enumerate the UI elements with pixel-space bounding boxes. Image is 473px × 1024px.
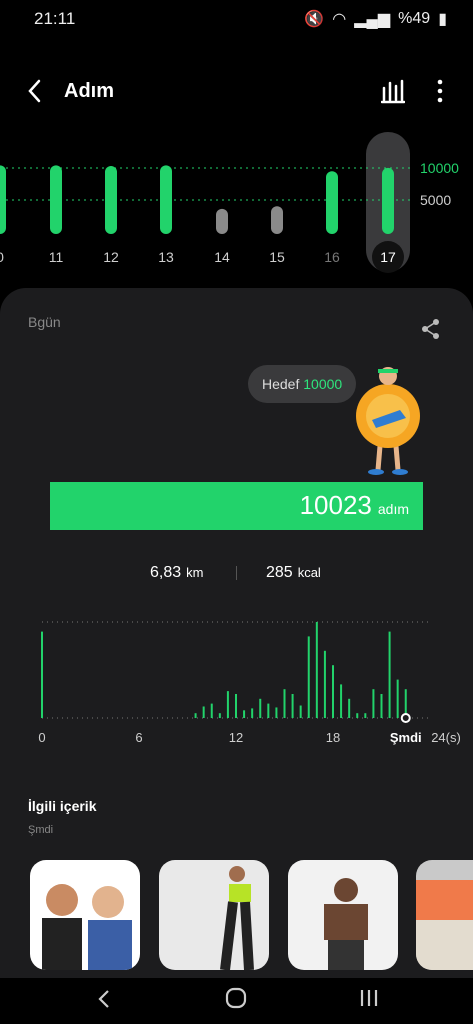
mute-icon: 🔇: [304, 11, 325, 28]
hourly-steps-chart[interactable]: 0 6 12 18 Şmdi 24(s): [0, 608, 473, 748]
related-subtitle: Şmdi: [28, 824, 54, 836]
day-bar-13: [160, 165, 172, 234]
wifi-icon: ◠: [332, 11, 347, 28]
hour-bar: [372, 689, 375, 718]
hour-bar: [380, 694, 383, 718]
content-thumb-3[interactable]: [288, 860, 398, 970]
hour-bar: [218, 713, 221, 718]
steps-value: 10023: [299, 490, 372, 520]
back-icon[interactable]: [24, 76, 46, 106]
now-marker: [400, 713, 411, 723]
hour-bar: [226, 691, 229, 718]
steps-unit: adım: [377, 501, 409, 517]
hour-bar: [194, 713, 197, 718]
nav-recents-icon[interactable]: [358, 986, 380, 1010]
hour-bar: [356, 713, 359, 718]
day-bar-11: [50, 165, 62, 234]
hour-tick-label: 6: [135, 730, 142, 745]
share-icon[interactable]: [421, 318, 441, 340]
divider: [236, 566, 237, 580]
day-label-11: 11: [49, 249, 64, 265]
day-bar-0: [0, 165, 6, 234]
day-label-14: 14: [214, 249, 230, 265]
hour-bar: [243, 710, 246, 718]
navigation-bar: [0, 978, 473, 1024]
calories-value: 285: [266, 564, 293, 581]
hour-bar: [348, 698, 351, 718]
day-label-0: 0: [0, 249, 4, 265]
hour-tick-label: 18: [326, 730, 340, 745]
battery-text: %49: [398, 10, 431, 27]
related-title: İlgili içerik: [28, 798, 97, 814]
content-thumb-4[interactable]: [416, 860, 473, 970]
hour-bar: [235, 694, 237, 718]
nav-home-icon[interactable]: [224, 986, 248, 1010]
content-thumb-2[interactable]: [159, 860, 269, 970]
hour-bar: [315, 622, 318, 718]
day-bar-16: [326, 171, 338, 234]
hour-bar: [307, 636, 310, 718]
hour-tick-label: 0: [38, 730, 45, 745]
distance-unit: km: [186, 565, 204, 580]
status-bar: 21:11 🔇 ◠ ▂▄▆ %49 ▮: [0, 0, 473, 36]
hour-bar: [332, 665, 334, 718]
goal-text: Hedef: [262, 376, 300, 392]
hour-tick-label: Şmdi: [390, 730, 422, 745]
hour-bar: [275, 707, 278, 718]
hour-tick-label: 24(s): [431, 730, 461, 745]
goal-value: 10000: [303, 376, 343, 392]
today-label: Bgün: [28, 314, 61, 330]
hour-bar: [323, 650, 326, 718]
content-thumb-1[interactable]: [30, 860, 140, 970]
distance-value: 6,83: [150, 564, 182, 581]
nav-back-icon[interactable]: [96, 988, 112, 1010]
day-bar-17: [382, 167, 394, 234]
day-label-16: 16: [324, 249, 340, 265]
goal-bubble: Hedef 10000: [248, 365, 357, 403]
hour-bar: [299, 705, 302, 718]
day-label-13: 13: [158, 249, 174, 265]
weekly-steps-chart[interactable]: 10000 5000 0 11 12 13 14 15 16 17: [0, 130, 473, 280]
day-bar-12: [105, 166, 117, 234]
app-header: Adım: [0, 70, 473, 112]
hour-bar: [251, 708, 254, 718]
hour-bar: [267, 703, 270, 718]
hour-bar: [283, 689, 286, 718]
more-options-icon[interactable]: [435, 78, 445, 104]
clock: 21:11: [34, 9, 76, 28]
mascot-illustration: [356, 367, 420, 475]
goal-axis-label: 10000: [420, 160, 459, 176]
people-image: [42, 884, 132, 970]
athlete-image: [324, 878, 368, 970]
day-bar-14: [216, 208, 228, 234]
page-title: Adım: [64, 80, 114, 102]
hour-bar: [202, 706, 205, 718]
hour-bar: [364, 713, 367, 718]
day-bar-15: [271, 206, 283, 234]
hour-bar: [396, 679, 399, 718]
chart-icon[interactable]: [381, 78, 405, 104]
hour-tick-label: 12: [229, 730, 243, 745]
steps-progress-bar: 10023 adım: [50, 482, 423, 530]
day-label-17: 17: [380, 249, 396, 265]
signal-icon: ▂▄▆: [354, 11, 391, 28]
today-card: Bgün Hedef 10000 10023 adım 6,83 km 285 kca…: [0, 288, 473, 978]
hour-bar: [291, 694, 294, 718]
workout-image: [416, 880, 473, 970]
hour-bar: [41, 631, 43, 718]
battery-icon: ▮: [438, 11, 447, 28]
calories-unit: kcal: [297, 565, 321, 580]
hour-bar: [259, 698, 262, 718]
stretch-image: [220, 866, 254, 970]
day-label-12: 12: [103, 249, 119, 265]
hour-bar: [388, 631, 391, 718]
hour-bar: [340, 684, 343, 718]
hour-bar: [210, 703, 213, 718]
mid-axis-label: 5000: [420, 192, 451, 208]
day-label-15: 15: [269, 249, 285, 265]
